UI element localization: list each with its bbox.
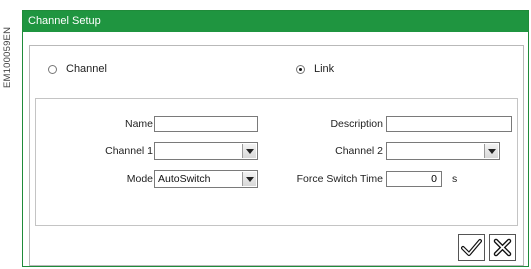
channel-radio-option[interactable]: Channel xyxy=(48,63,107,75)
chevron-down-icon[interactable] xyxy=(484,144,498,158)
confirm-button[interactable] xyxy=(458,234,485,261)
mode-selector: Channel Link xyxy=(40,63,510,79)
link-fields-panel: Name Description Channel 1 Channel 2 Mod… xyxy=(35,98,518,226)
description-input[interactable] xyxy=(386,116,512,132)
seconds-unit-label: s xyxy=(452,173,458,185)
checkmark-icon xyxy=(461,239,482,256)
channel2-label: Channel 2 xyxy=(335,145,383,157)
channel2-select[interactable] xyxy=(386,142,500,160)
chevron-down-icon[interactable] xyxy=(242,172,256,186)
channel1-select[interactable] xyxy=(154,142,258,160)
mode-select[interactable]: AutoSwitch xyxy=(154,170,258,188)
channel-radio-label: Channel xyxy=(66,63,107,75)
cancel-x-icon xyxy=(493,238,512,257)
mode-select-value: AutoSwitch xyxy=(158,173,211,185)
window-title: Channel Setup xyxy=(23,11,528,32)
mode-label: Mode xyxy=(126,173,153,185)
document-reference-code: EM100059EN xyxy=(2,26,13,88)
name-label: Name xyxy=(124,118,153,130)
cancel-button[interactable] xyxy=(489,234,516,261)
force-switch-time-label: Force Switch Time xyxy=(296,173,383,185)
link-radio-option[interactable]: Link xyxy=(296,63,334,75)
channel-radio-button[interactable] xyxy=(48,64,57,74)
channel1-label: Channel 1 xyxy=(105,145,153,157)
dialog-body: Channel Link Name Description Channel 1 … xyxy=(29,45,524,266)
link-radio-button[interactable] xyxy=(296,64,305,74)
description-label: Description xyxy=(330,118,383,130)
force-switch-time-input[interactable] xyxy=(386,171,442,187)
channel-setup-window: Channel Setup Channel Link Name Descript… xyxy=(22,10,529,267)
chevron-down-icon[interactable] xyxy=(242,144,256,158)
name-input[interactable] xyxy=(154,116,258,132)
link-radio-label: Link xyxy=(314,63,335,75)
